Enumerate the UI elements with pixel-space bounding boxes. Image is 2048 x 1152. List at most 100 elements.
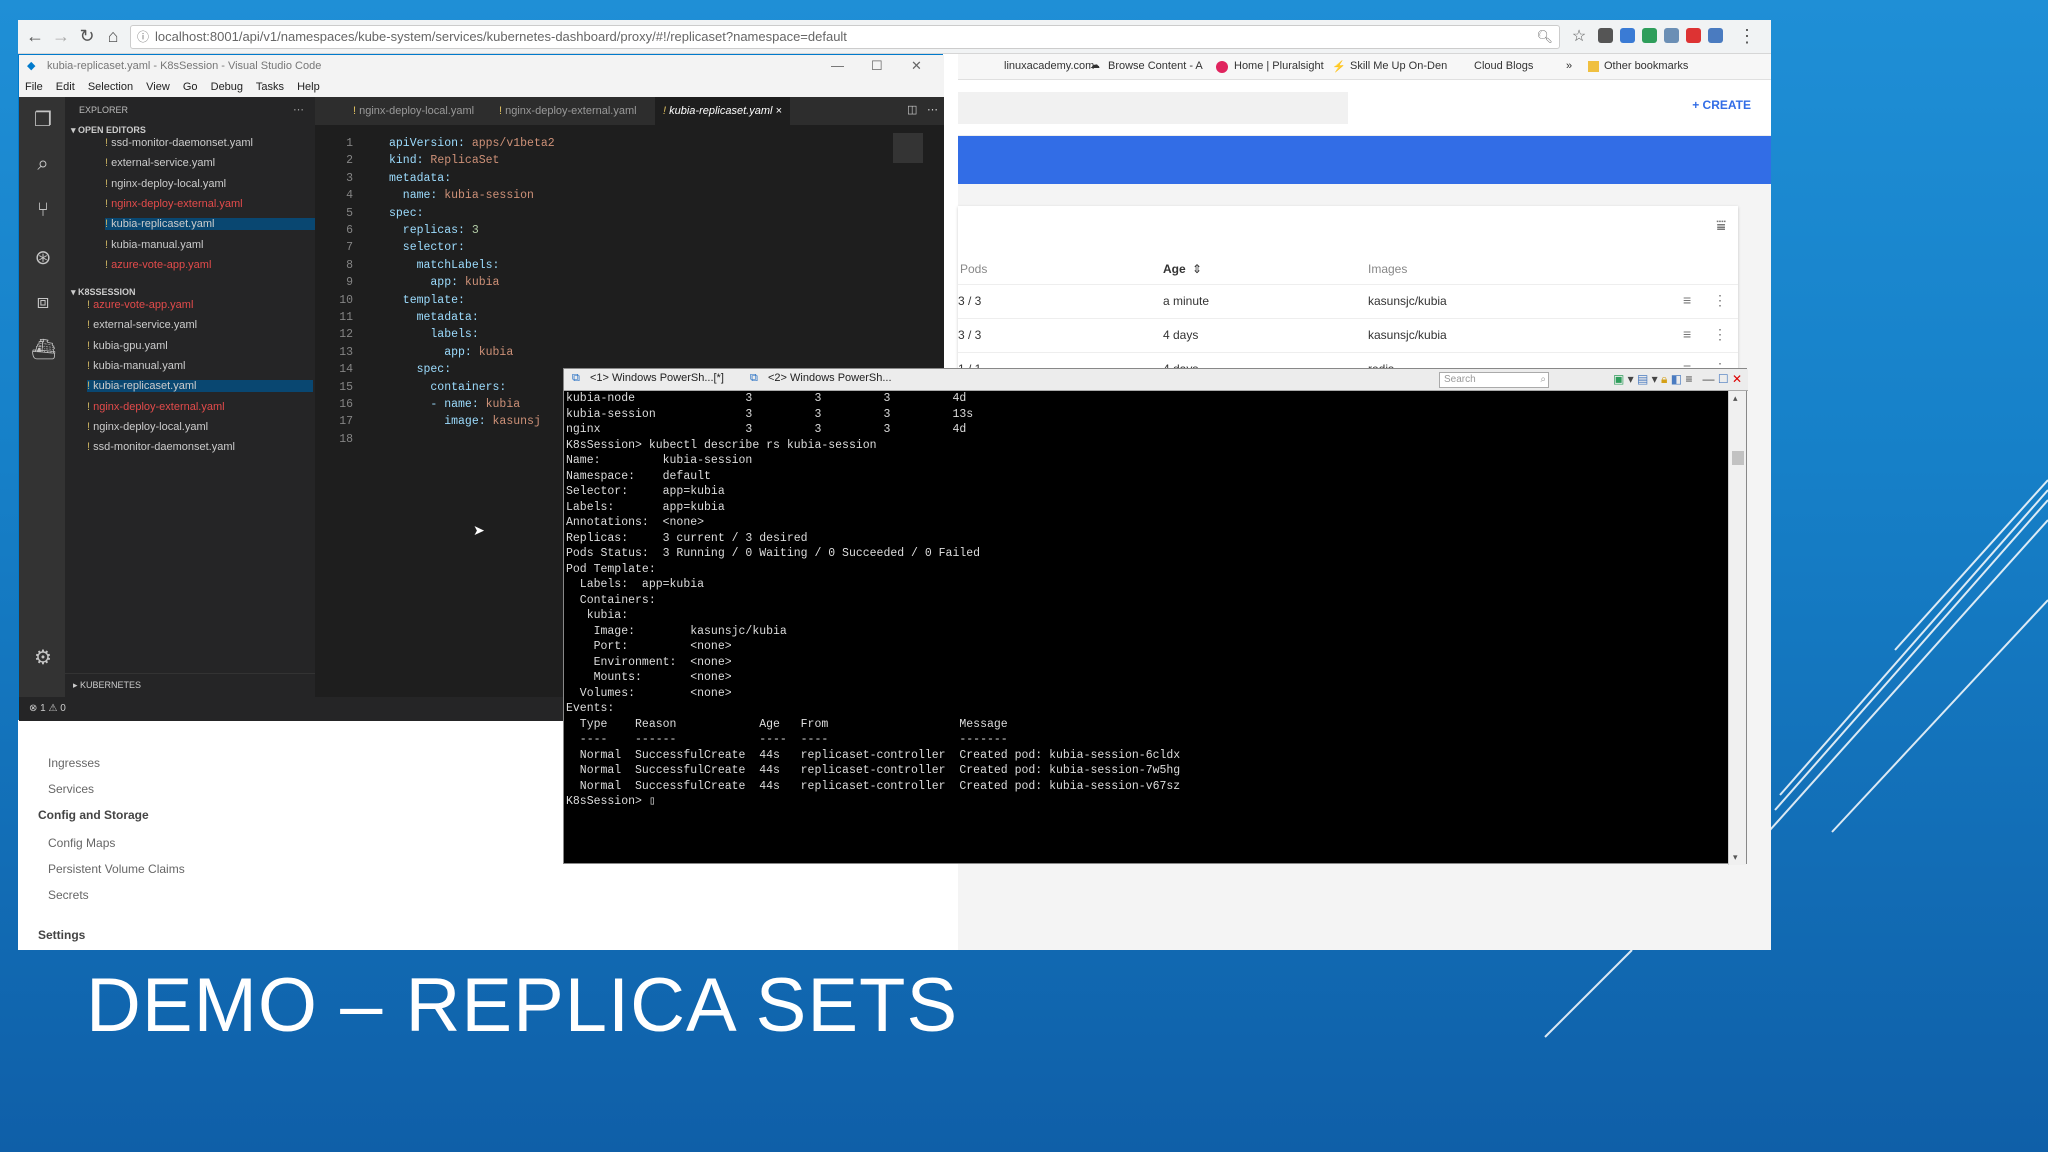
file-item[interactable]: ! nginx-deploy-external.yaml <box>87 401 225 413</box>
nav-config-maps[interactable]: Config Maps <box>48 836 115 850</box>
nav-ingresses[interactable]: Ingresses <box>48 756 100 770</box>
file-item[interactable]: ! nginx-deploy-external.yaml <box>105 198 243 210</box>
nav-settings[interactable]: Settings <box>38 928 85 942</box>
file-item[interactable]: ! external-service.yaml <box>105 157 215 169</box>
bookmark[interactable]: Other bookmarks <box>1604 60 1688 72</box>
file-item[interactable]: ! kubia-gpu.yaml <box>87 340 168 352</box>
zoom-icon[interactable]: 🔍︎ <box>1536 26 1553 48</box>
sort-icon[interactable]: ⇕ <box>1192 262 1202 276</box>
scroll-down-icon[interactable]: ▾ <box>1733 852 1738 863</box>
maximize-icon[interactable]: ☐ <box>1718 372 1729 386</box>
create-button[interactable]: + CREATE <box>1692 98 1751 112</box>
tab-nginx-deploy-external[interactable]: ! nginx-deploy-external.yaml <box>491 97 645 125</box>
kubernetes-section[interactable]: ▸ KUBERNETES <box>65 673 315 695</box>
menu-selection[interactable]: Selection <box>88 81 133 93</box>
more-icon[interactable]: ⋮ <box>1713 292 1727 309</box>
filter-icon[interactable]: ⩸ <box>1716 218 1726 236</box>
menu-edit[interactable]: Edit <box>56 81 75 93</box>
menu-debug[interactable]: Debug <box>211 81 243 93</box>
file-item[interactable]: ! kubia-replicaset.yaml <box>87 380 313 393</box>
dashboard-search[interactable] <box>958 92 1348 124</box>
file-item[interactable]: ! kubia-replicaset.yaml <box>105 218 331 231</box>
file-name: nginx-deploy-local.yaml <box>93 420 209 433</box>
search-icon[interactable]: ⌕ <box>31 153 55 176</box>
close-icon[interactable]: ✕ <box>1732 372 1742 386</box>
scroll-thumb[interactable] <box>1732 451 1744 465</box>
file-item[interactable]: ! nginx-deploy-local.yaml <box>105 178 226 190</box>
back-icon[interactable]: ← <box>24 26 46 47</box>
home-icon[interactable]: ⌂ <box>102 26 124 47</box>
file-item[interactable]: ! external-service.yaml <box>87 319 197 331</box>
new-console-icon[interactable]: ▣ <box>1613 372 1624 386</box>
console-scrollbar[interactable]: ▴ ▾ <box>1728 391 1746 865</box>
file-item[interactable]: ! ssd-monitor-daemonset.yaml <box>105 137 253 149</box>
bookmark[interactable]: Home | Pluralsight <box>1234 60 1324 72</box>
lock-icon[interactable]: 🔒︎ <box>1661 372 1667 386</box>
minimize-icon[interactable]: — <box>831 55 844 77</box>
console-tab-1[interactable]: <1> Windows PowerSh...[*] <box>590 372 724 384</box>
console-output[interactable]: kubia-node 3 3 3 4d kubia-session 3 3 3 1… <box>564 391 1728 865</box>
extension-icon[interactable] <box>1686 28 1701 43</box>
docker-icon[interactable]: ⛴ <box>31 337 56 362</box>
bookmark[interactable]: Cloud Blogs <box>1474 60 1533 72</box>
source-control-icon[interactable]: ⑂ <box>31 199 55 222</box>
address-bar[interactable]: ⓘ localhost:8001/api/v1/namespaces/kube-… <box>130 25 1560 49</box>
scroll-up-icon[interactable]: ▴ <box>1733 393 1738 404</box>
maximize-icon[interactable]: ☐ <box>871 55 883 77</box>
logs-icon[interactable]: ≡ <box>1683 292 1691 308</box>
more-icon[interactable]: ⋯ <box>293 103 304 116</box>
code-line: kind: ReplicaSet <box>389 154 499 167</box>
more-icon[interactable]: ⋮ <box>1713 326 1727 343</box>
menu-icon[interactable]: ⋮ <box>1736 26 1758 47</box>
extension-icon[interactable] <box>1598 28 1613 43</box>
nav-secrets[interactable]: Secrets <box>48 888 89 902</box>
menu-help[interactable]: Help <box>297 81 320 93</box>
nav-config-storage[interactable]: Config and Storage <box>38 808 149 822</box>
star-icon[interactable]: ☆ <box>1568 26 1590 46</box>
extension-icon[interactable] <box>1620 28 1635 43</box>
logs-icon[interactable]: ≡ <box>1683 326 1691 342</box>
layout-icon[interactable]: ▤ <box>1637 372 1648 386</box>
tab-nginx-deploy-local[interactable]: ! nginx-deploy-local.yaml <box>345 97 482 125</box>
project-header[interactable]: ▾ K8SSESSION <box>71 287 136 298</box>
split-icon[interactable]: ◧ <box>1671 372 1682 386</box>
extension-icon[interactable] <box>1642 28 1657 43</box>
menu-file[interactable]: File <box>25 81 43 93</box>
split-editor-icon[interactable]: ◫ <box>907 103 917 116</box>
bookmarks-overflow[interactable]: » <box>1566 60 1572 72</box>
minimize-icon[interactable]: — <box>1702 372 1714 386</box>
col-age[interactable]: Age <box>1163 262 1186 276</box>
menu-tasks[interactable]: Tasks <box>256 81 284 93</box>
file-item[interactable]: ! nginx-deploy-local.yaml <box>87 421 208 433</box>
menu-go[interactable]: Go <box>183 81 198 93</box>
powershell-icon: ⧉ <box>750 372 758 384</box>
forward-icon[interactable]: → <box>50 26 72 47</box>
tab-kubia-replicaset[interactable]: ! kubia-replicaset.yaml × <box>655 97 790 125</box>
console-search[interactable]: Search ⌕ <box>1439 372 1549 388</box>
reload-icon[interactable]: ↻ <box>76 26 98 47</box>
bookmark[interactable]: Skill Me Up On-Den <box>1350 60 1447 72</box>
file-item[interactable]: ! azure-vote-app.yaml <box>87 299 193 311</box>
list-icon[interactable]: ≡ <box>1685 372 1692 386</box>
file-item[interactable]: ! ssd-monitor-daemonset.yaml <box>87 441 235 453</box>
close-icon[interactable]: ✕ <box>911 55 922 77</box>
extensions-icon[interactable]: ⧈ <box>31 291 55 314</box>
more-icon[interactable]: ⋯ <box>927 103 938 116</box>
file-item[interactable]: ! kubia-manual.yaml <box>87 360 185 372</box>
console-tab-2[interactable]: <2> Windows PowerSh... <box>768 372 892 384</box>
nav-services[interactable]: Services <box>48 782 94 796</box>
bookmark[interactable]: Browse Content - A <box>1108 60 1203 72</box>
debug-icon[interactable]: ⊛ <box>31 245 55 270</box>
minimap[interactable] <box>893 133 923 163</box>
files-icon[interactable]: ❐ <box>31 107 55 132</box>
bookmark[interactable]: linuxacademy.com <box>1004 60 1094 72</box>
extension-icon[interactable] <box>1664 28 1679 43</box>
code-key: - name: <box>389 398 486 411</box>
extension-icon[interactable] <box>1708 28 1723 43</box>
menu-view[interactable]: View <box>146 81 170 93</box>
nav-pvc[interactable]: Persistent Volume Claims <box>48 862 185 876</box>
open-editors-header[interactable]: ▾ OPEN EDITORS <box>71 125 146 136</box>
gear-icon[interactable]: ⚙ <box>31 645 55 670</box>
file-item[interactable]: ! kubia-manual.yaml <box>105 239 203 251</box>
file-item[interactable]: ! azure-vote-app.yaml <box>105 259 211 271</box>
